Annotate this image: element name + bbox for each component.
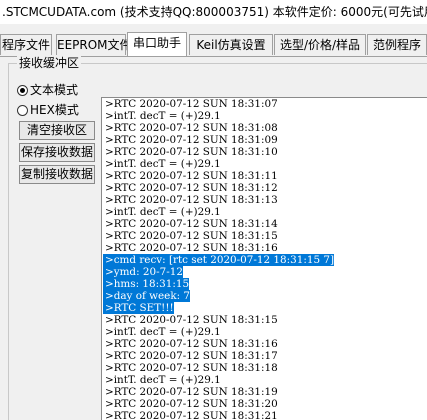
hex-mode-radio[interactable]: HEX模式 xyxy=(17,102,79,118)
log-line: >day of week: 7 xyxy=(103,290,191,302)
log-line: >RTC 2020-07-12 SUN 18:31:12 xyxy=(105,182,278,194)
log-line: >RTC 2020-07-12 SUN 18:31:16 xyxy=(105,242,278,254)
log-line: >RTC 2020-07-12 SUN 18:31:13 xyxy=(105,194,278,206)
text-mode-radio[interactable]: 文本模式 xyxy=(17,82,78,98)
log-line: >ymd: 20-7-12 xyxy=(103,266,183,278)
log-line: >RTC 2020-07-12 SUN 18:31:17 xyxy=(105,350,278,362)
log-line: >RTC 2020-07-12 SUN 18:31:15 xyxy=(105,230,278,242)
clear-receive-button[interactable]: 清空接收区 xyxy=(19,121,95,140)
tab-selection-price-samples[interactable]: 选型/价格/样品 xyxy=(274,34,366,55)
log-line: >intT. decT = (+)29.1 xyxy=(105,326,221,338)
log-line: >RTC 2020-07-12 SUN 18:31:07 xyxy=(105,98,278,110)
log-line: >RTC 2020-07-12 SUN 18:31:18 xyxy=(105,362,278,374)
log-line: >RTC 2020-07-12 SUN 18:31:16 xyxy=(105,338,278,350)
log-line: >RTC 2020-07-12 SUN 18:31:11 xyxy=(105,170,278,182)
tab-program-file[interactable]: 程序文件 xyxy=(0,34,52,55)
log-line: >RTC 2020-07-12 SUN 18:31:10 xyxy=(105,146,278,158)
log-line: >intT. decT = (+)29.1 xyxy=(105,374,221,386)
log-line: >intT. decT = (+)29.1 xyxy=(105,206,221,218)
log-line: >RTC SET!!! xyxy=(103,302,174,314)
tab-bar: 程序文件 EEPROM文件 串口助手 Keil仿真设置 选型/价格/样品 范例程… xyxy=(0,32,427,57)
receive-log-textarea[interactable]: >RTC 2020-07-12 SUN 18:31:07 >intT. decT … xyxy=(101,97,427,420)
log-line: >cmd recv: [rtc set 2020-07-12 18:31:15 … xyxy=(103,254,335,266)
tab-serial-assistant[interactable]: 串口助手 xyxy=(127,32,187,56)
log-line: >intT. decT = (+)29.1 xyxy=(105,158,221,170)
window-title: .STCMCUDATA.com (技术支持QQ:800003751) 本软件定价… xyxy=(0,0,427,24)
tab-eeprom-file[interactable]: EEPROM文件 xyxy=(56,34,132,55)
log-line: >RTC 2020-07-12 SUN 18:31:20 xyxy=(105,398,278,410)
log-line: >RTC 2020-07-12 SUN 18:31:08 xyxy=(105,122,278,134)
log-line: >RTC 2020-07-12 SUN 18:31:14 xyxy=(105,218,278,230)
log-line: >RTC 2020-07-12 SUN 18:31:21 xyxy=(105,410,278,420)
log-line: >RTC 2020-07-12 SUN 18:31:19 xyxy=(105,386,278,398)
tab-keil-debug-settings[interactable]: Keil仿真设置 xyxy=(189,34,273,55)
log-line: >intT. decT = (+)29.1 xyxy=(105,110,221,122)
receive-buffer-title: 接收缓冲区 xyxy=(17,56,82,70)
hex-mode-label: HEX模式 xyxy=(30,103,79,117)
tab-example-programs[interactable]: 范例程序 xyxy=(367,34,427,55)
log-line: >hms: 18:31:15 xyxy=(103,278,190,290)
radio-checked-icon xyxy=(17,85,28,96)
copy-receive-data-button[interactable]: 复制接收数据 xyxy=(19,165,95,184)
text-mode-label: 文本模式 xyxy=(30,83,79,97)
save-receive-data-button[interactable]: 保存接收数据 xyxy=(19,143,95,162)
log-line: >RTC 2020-07-12 SUN 18:31:15 xyxy=(105,314,278,326)
log-line: >RTC 2020-07-12 SUN 18:31:09 xyxy=(105,134,278,146)
radio-unchecked-icon xyxy=(17,105,28,116)
